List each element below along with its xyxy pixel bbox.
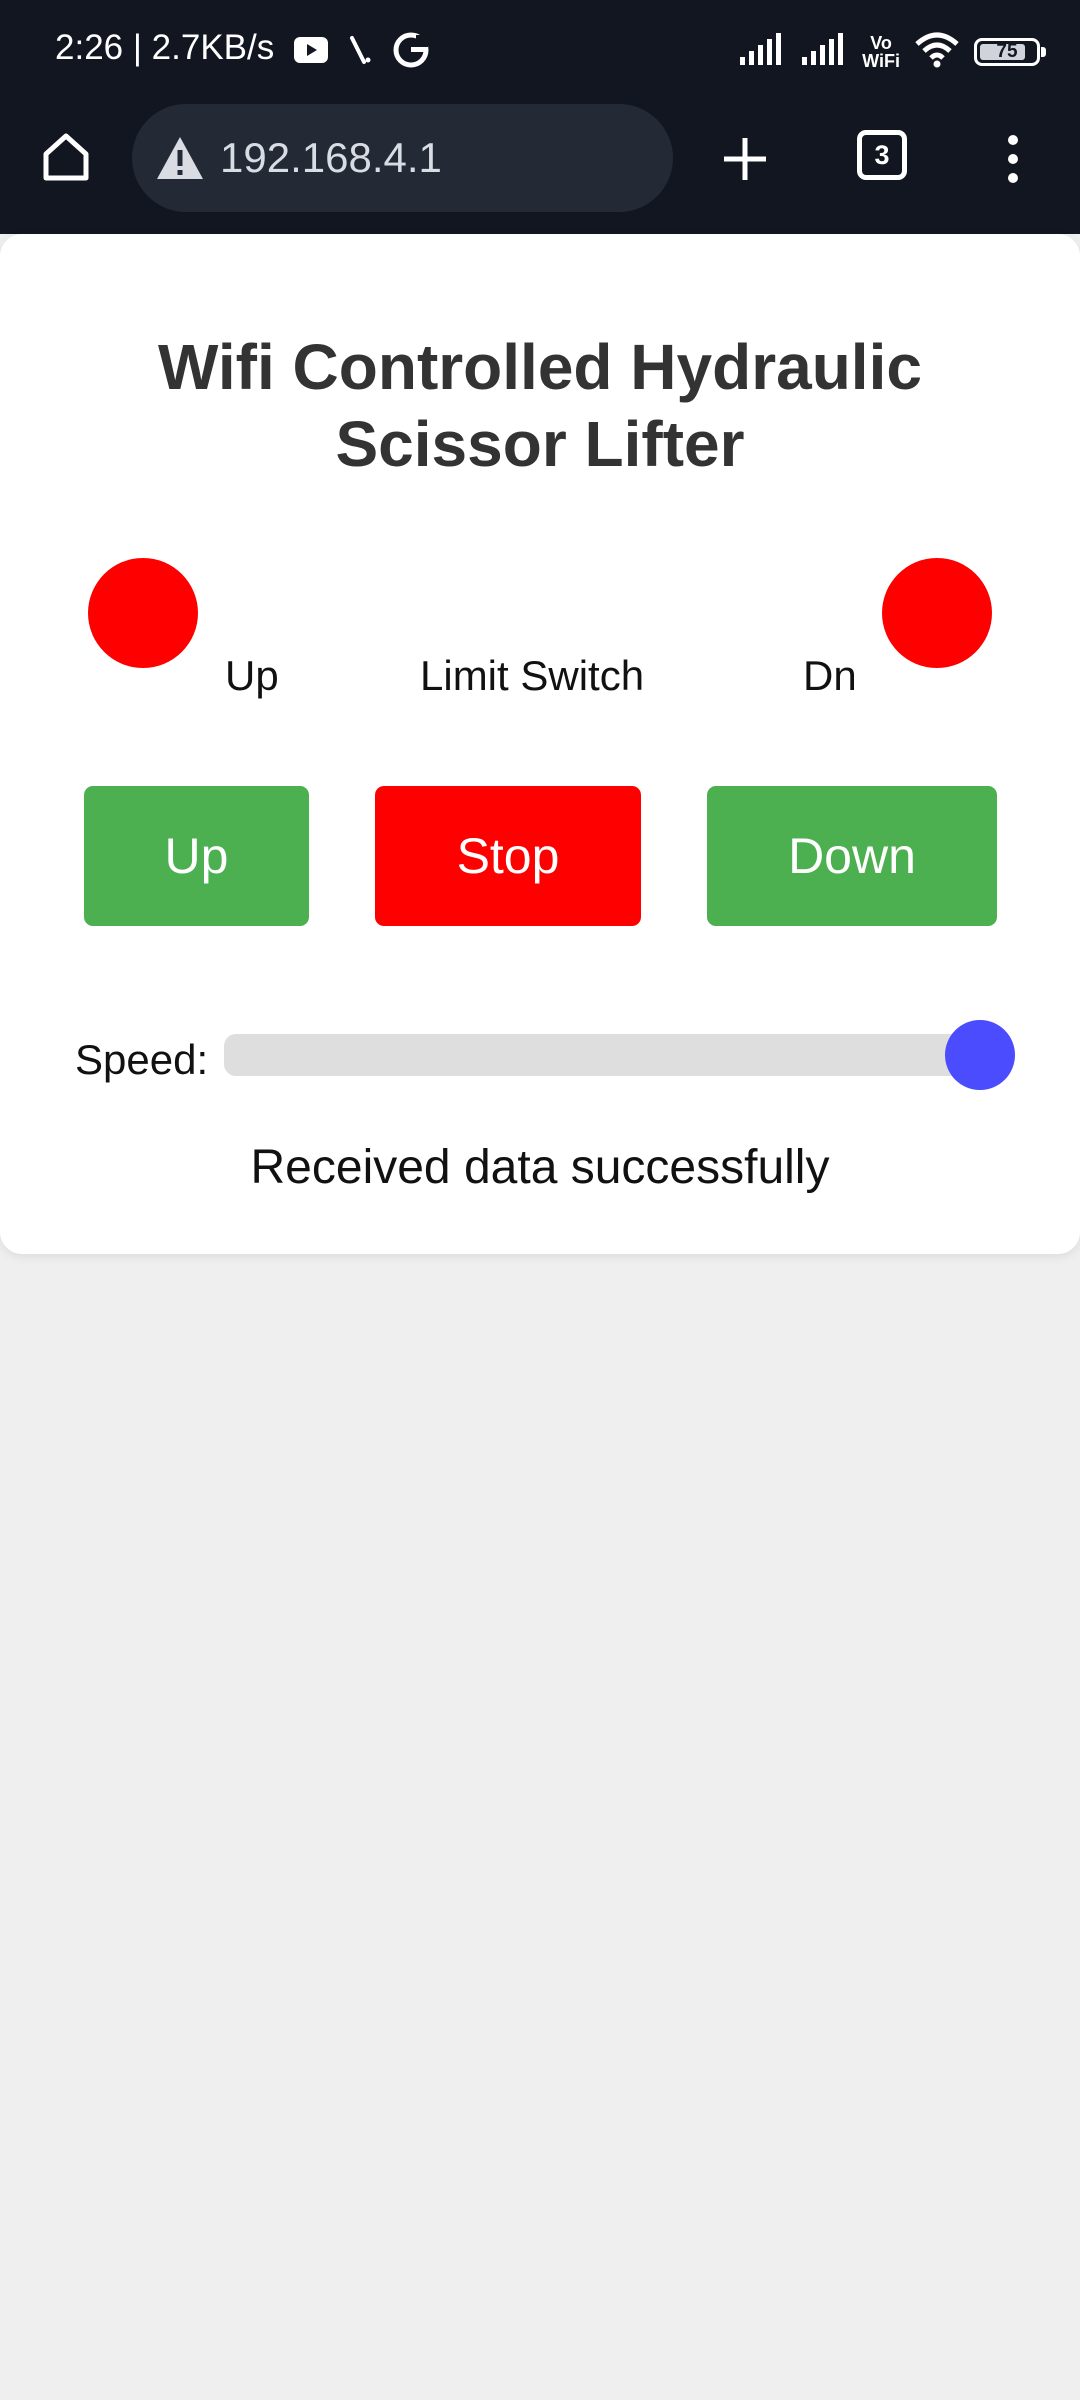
google-icon [392,31,430,74]
stop-button[interactable]: Stop [375,786,641,926]
home-icon [43,133,89,181]
home-button[interactable] [36,126,96,186]
vowifi-icon: Vo WiFi [862,34,900,70]
up-button[interactable]: Up [84,786,309,926]
battery-icon: 75 [974,38,1046,66]
down-button[interactable]: Down [707,786,997,926]
tabs-button[interactable]: 3 [857,130,907,180]
status-time: 2:26 | 2.7KB/s [55,28,275,67]
notification-icons [294,32,430,72]
youtube-icon [294,36,328,68]
plus-icon [724,138,766,180]
battery-cap [1041,47,1046,57]
wifi-icon [914,32,960,73]
battery-level: 75 [996,41,1018,62]
led-up-indicator [88,558,198,668]
vowifi-top-text: Vo [870,33,892,53]
limit-switch-label: Limit Switch [420,652,645,699]
url-text[interactable]: 192.168.4.1 [220,134,442,182]
led-dn-indicator [882,558,992,668]
status-message: Received data successfully [250,1141,830,1194]
tab-count: 3 [874,139,890,170]
system-icons: Vo WiFi 75 [738,30,1046,74]
led-dn-label: Dn [803,652,857,699]
slash-notification-icon [346,34,374,71]
menu-button[interactable] [995,128,1031,190]
led-up-label: Up [225,652,279,699]
browser-toolbar: 192.168.4.1 3 [0,104,1080,234]
status-bar: 2:26 | 2.7KB/s Vo WiFi 75 [0,0,1080,104]
vowifi-bottom-text: WiFi [862,51,900,71]
more-vertical-icon [1008,135,1018,183]
speed-label: Speed: [75,1036,209,1083]
speed-slider-thumb[interactable] [945,1020,1015,1090]
page-title: Wifi Controlled Hydraulic Scissor Lifter [158,331,922,480]
address-bar[interactable]: 192.168.4.1 [132,104,673,212]
new-tab-button[interactable] [714,128,776,190]
signal-icon [738,32,786,72]
warning-icon[interactable] [150,128,210,188]
speed-slider-track[interactable] [224,1034,1000,1076]
signal-icon [800,32,848,72]
control-card: Wifi Controlled Hydraulic Scissor Lifter… [0,234,1080,1254]
